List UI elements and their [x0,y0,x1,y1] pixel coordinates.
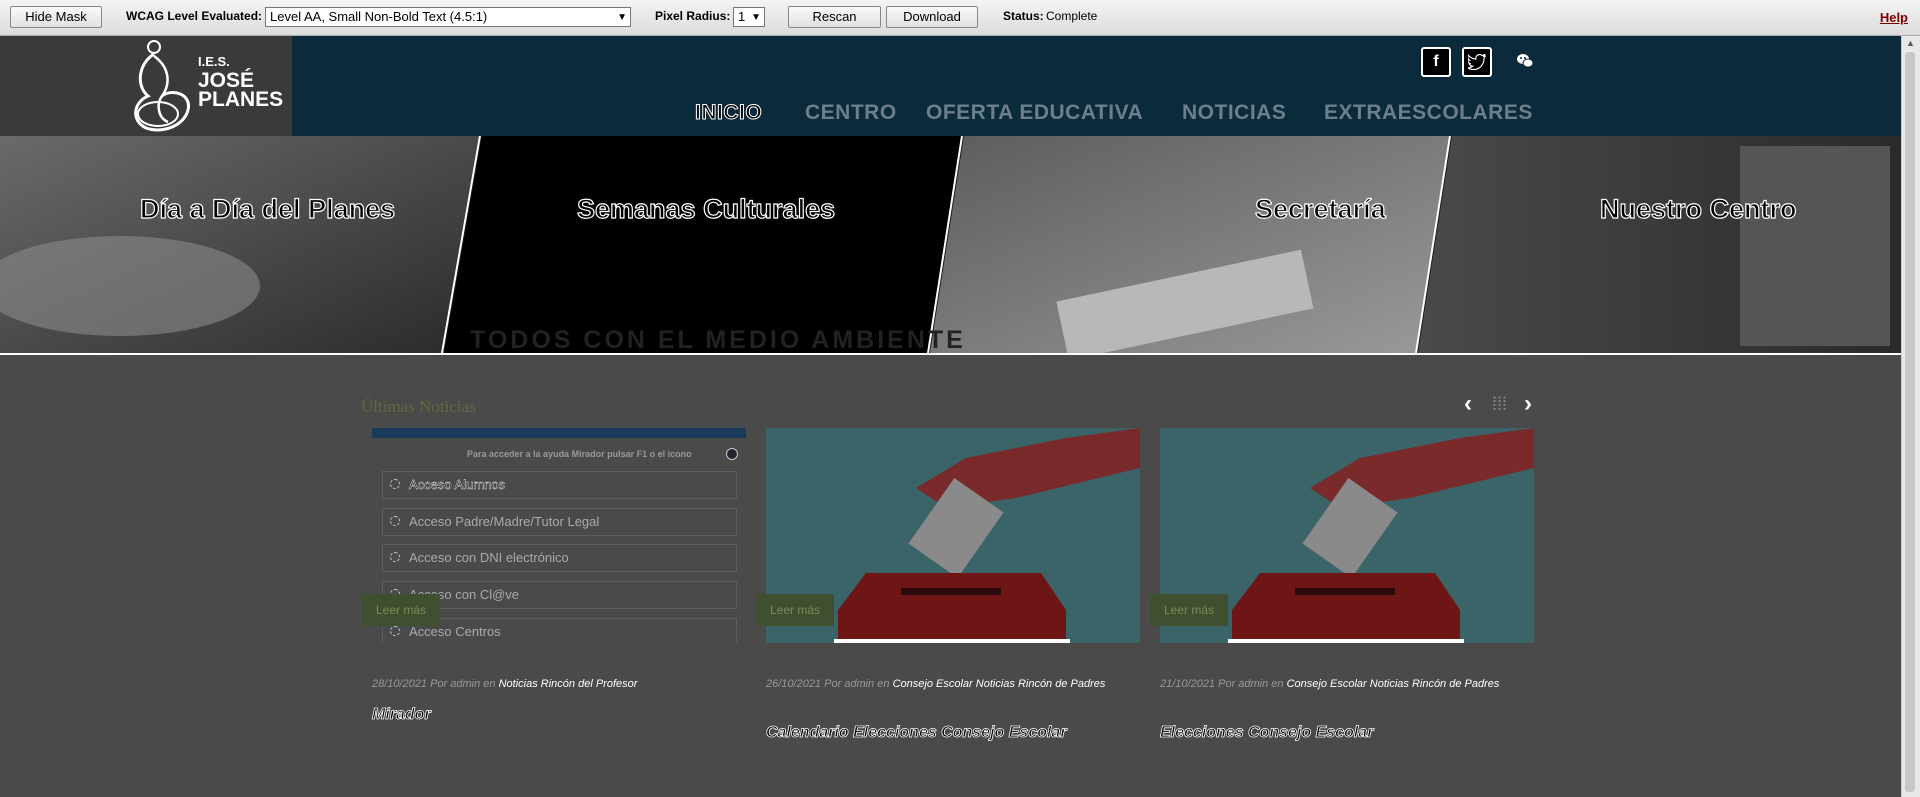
news-card-meta: 21/10/2021 Por admin en Consejo Escolar … [1160,675,1540,694]
logo-text: I.E.S. JOSÉ PLANES [198,52,284,111]
radio-icon [390,626,400,636]
site-logo[interactable]: I.E.S. JOSÉ PLANES [0,36,292,136]
login-item-alumnos[interactable]: Acceso Alumnos [382,471,737,499]
chevron-down-icon: ▼ [617,12,627,23]
login-item-label: Acceso Padre/Madre/Tutor Legal [409,514,600,529]
news-card-categories[interactable]: Noticias Rincón del Profesor [499,678,638,690]
read-more-button[interactable]: Leer más [756,594,834,626]
status-value: Complete [1046,9,1098,23]
nav-inicio[interactable]: INICIO [694,101,762,125]
news-card-title[interactable]: Calendario Elecciones Consejo Escolar [766,724,1067,742]
nav-centro[interactable]: CENTRO [805,101,897,125]
nav-noticias[interactable]: NOTICIAS [1182,101,1286,125]
login-item-label: Acceso Centros [409,624,501,639]
news-card-title[interactable]: Mirador [372,706,431,724]
download-button[interactable]: Download [886,6,978,28]
news-card-categories[interactable]: Consejo Escolar Noticias Rincón de Padre… [893,678,1106,690]
pixel-radius-select[interactable]: 1 ▼ [733,7,765,27]
scrollbar-thumb[interactable] [1905,52,1915,792]
pixel-radius-label: Pixel Radius: [655,9,731,23]
vertical-scrollbar[interactable]: ▲ [1901,36,1920,797]
news-card-meta: 28/10/2021 Por admin en Noticias Rincón … [372,675,752,694]
news-section-title: Últimas Noticias [361,397,476,416]
help-icon[interactable] [726,448,738,460]
login-item-dni[interactable]: Acceso con DNI electrónico [382,544,737,572]
logo-figure-icon [134,40,190,132]
news-card-meta: 26/10/2021 Por admin en Consejo Escolar … [766,675,1146,694]
chevron-left-icon[interactable]: ‹ [1464,390,1472,418]
radio-icon [390,479,400,489]
scroll-up-icon[interactable]: ▲ [1906,38,1915,48]
hero-banner: Día a Día del Planes Semanas Culturales … [0,136,1902,355]
banner-overlay-text: TODOS CON EL MEDIO AMBIENTE [470,326,966,354]
pixel-radius-value: 1 [738,9,746,24]
login-help-text: Para acceder a la ayuda Mirador pulsar F… [467,449,692,459]
news-card-title[interactable]: Elecciones Consejo Escolar [1160,724,1374,742]
chevron-down-icon: ▼ [751,12,761,23]
news-card-categories[interactable]: Consejo Escolar Noticias Rincón de Padre… [1287,678,1500,690]
banner-panel-dia-a-dia[interactable]: Día a Día del Planes [139,193,395,225]
grid-icon[interactable]: ⁞⁞⁞ [1492,394,1507,415]
radio-icon [390,516,400,526]
chevron-right-icon[interactable]: › [1524,390,1532,418]
rescan-button[interactable]: Rescan [788,6,881,28]
banner-panel-nuestro-centro[interactable]: Nuestro Centro [1599,193,1797,225]
nav-extraescolares[interactable]: EXTRAESCOLARES [1324,101,1533,125]
wechat-icon[interactable] [1510,47,1540,77]
banner-panel-secretaria[interactable]: Secretaría [1254,193,1386,225]
site-header: I.E.S. JOSÉ PLANES f INICIO CENTRO OFERT… [0,36,1902,136]
read-more-button[interactable]: Leer más [1150,594,1228,626]
banner-panel-semanas-culturales[interactable]: Semanas Culturales [576,193,835,225]
wcag-level-label: WCAG Level Evaluated: [126,9,263,23]
wcag-level-select[interactable]: Level AA, Small Non-Bold Text (4.5:1) ▼ [265,7,631,27]
nav-oferta-educativa[interactable]: OFERTA EDUCATIVA [926,101,1143,125]
radio-icon [390,552,400,562]
logo-line-3: PLANES [198,88,284,111]
news-card-date-author: 26/10/2021 Por admin en [766,678,890,690]
hide-mask-button[interactable]: Hide Mask [10,6,102,28]
help-link[interactable]: Help [1880,10,1908,25]
read-more-button[interactable]: Leer más [362,594,440,626]
twitter-icon[interactable] [1462,47,1492,77]
news-card-date-author: 28/10/2021 Por admin en [372,678,496,690]
news-card-date-author: 21/10/2021 Por admin en [1160,678,1284,690]
login-item-padres[interactable]: Acceso Padre/Madre/Tutor Legal [382,508,737,536]
status-label: Status: [1003,9,1044,23]
login-item-label: Acceso Alumnos [409,477,506,492]
facebook-icon[interactable]: f [1421,47,1451,77]
wcag-level-value: Level AA, Small Non-Bold Text (4.5:1) [270,9,488,24]
banner-background [0,136,1902,353]
accessibility-toolbar: Hide Mask WCAG Level Evaluated: Level AA… [0,0,1920,36]
login-item-label: Acceso con DNI electrónico [409,550,569,565]
